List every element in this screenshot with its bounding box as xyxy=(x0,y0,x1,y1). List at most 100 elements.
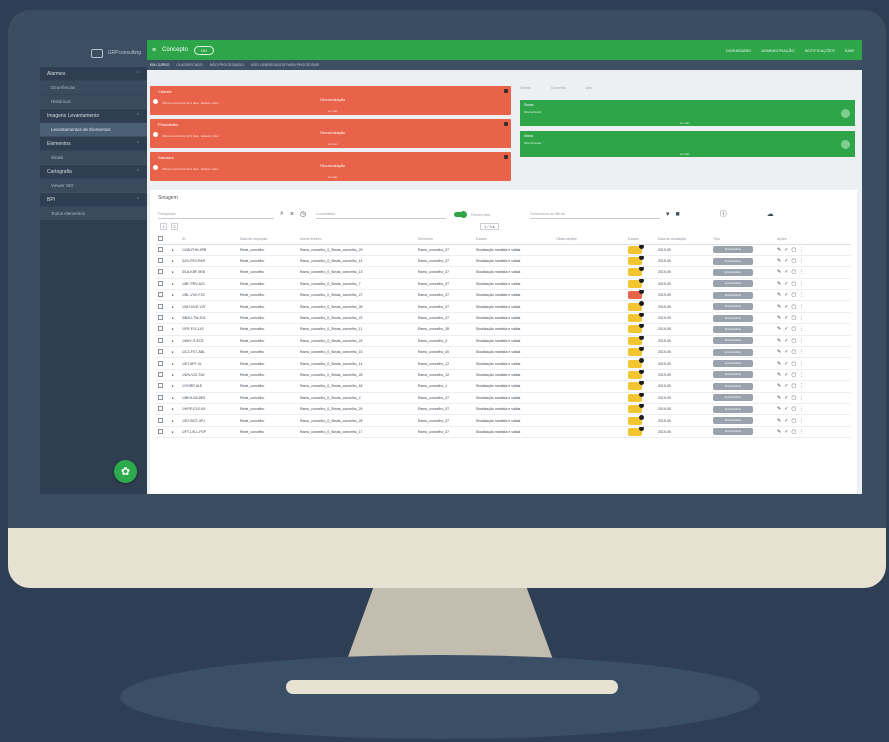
column-header[interactable] xyxy=(156,234,170,245)
info-icon[interactable]: ⓘ xyxy=(720,209,727,219)
trash-icon[interactable]: ▢ xyxy=(791,269,796,275)
trash-icon[interactable]: ▢ xyxy=(791,315,796,321)
filter-icon[interactable]: ▾ xyxy=(666,210,670,218)
trash-icon[interactable]: ▢ xyxy=(791,326,796,332)
edit-icon[interactable]: ✎ xyxy=(777,361,781,367)
trash-icon[interactable]: ▢ xyxy=(791,292,796,298)
row-checkbox[interactable] xyxy=(158,269,163,275)
elements-toggle[interactable] xyxy=(454,210,468,218)
type-badge[interactable]: Encaminhar xyxy=(713,348,753,356)
trash-icon[interactable]: ▢ xyxy=(791,304,796,310)
table-row[interactable]: ▸ 1/HPE-E1S-K5 Rede_concelho Ramo_concelho_… xyxy=(156,403,851,416)
check-icon[interactable]: ✓ xyxy=(784,247,788,253)
sidebar-item[interactable]: Sinais xyxy=(40,150,147,164)
sidebar-section[interactable]: Alarmes ⌃ xyxy=(40,66,147,80)
more-icon[interactable]: ⋮ xyxy=(799,383,804,389)
sidebar-item[interactable]: Levantamentos de Elementos xyxy=(40,122,147,136)
check-icon[interactable]: ✓ xyxy=(784,326,788,332)
sidebar-section[interactable]: Elementos ⌃ xyxy=(40,136,147,150)
check-icon[interactable]: ✓ xyxy=(784,304,788,310)
subtab[interactable]: EM CURSO xyxy=(150,63,169,67)
row-checkbox-cell[interactable] xyxy=(156,414,170,427)
check-icon[interactable]: ✓ xyxy=(784,292,788,298)
type-badge[interactable]: Encaminhar xyxy=(713,246,753,254)
expand-cell[interactable]: ▸ xyxy=(170,357,180,370)
edit-icon[interactable]: ✎ xyxy=(777,395,781,401)
check-icon[interactable]: ✓ xyxy=(784,395,788,401)
row-checkbox[interactable] xyxy=(158,315,163,321)
more-icon[interactable]: ⋮ xyxy=(799,429,804,435)
check-icon[interactable]: ✓ xyxy=(784,338,788,344)
more-icon[interactable]: ⋮ xyxy=(799,304,804,310)
table-row[interactable]: ▸ 3/1A-KBF-9EB Rede_concelho Ramo_concelho_… xyxy=(156,266,851,279)
alert-more-link[interactable]: ver mais xyxy=(328,143,337,146)
table-row[interactable]: ▸ 1/BF-PRV-A21 Rede_concelho Ramo_concelho_… xyxy=(156,278,851,291)
row-checkbox[interactable] xyxy=(158,292,163,298)
trash-icon[interactable]: ▢ xyxy=(791,281,796,287)
type-badge[interactable]: Encaminhar xyxy=(713,337,753,345)
edit-icon[interactable]: ✎ xyxy=(777,269,781,275)
alert-more-link[interactable]: ver mais xyxy=(680,153,689,156)
more-icon[interactable]: ⋮ xyxy=(799,361,804,367)
row-checkbox-cell[interactable] xyxy=(156,255,170,268)
sidebar-item[interactable]: Históricos xyxy=(40,94,147,108)
row-checkbox-cell[interactable] xyxy=(156,278,170,291)
subtab[interactable]: NÃO CARREGADOS PARA PROCESSAR xyxy=(251,63,319,67)
table-row[interactable]: ▸ 1/YDRR-6LE Rede_concelho Ramo_concelho_0_… xyxy=(156,380,851,393)
type-badge[interactable]: Encaminhar xyxy=(713,257,753,265)
trash-icon[interactable]: ▢ xyxy=(791,258,796,264)
trash-icon[interactable]: ▢ xyxy=(791,247,796,253)
row-checkbox-cell[interactable] xyxy=(156,357,170,370)
edit-icon[interactable]: ✎ xyxy=(777,418,781,424)
column-header[interactable]: Data de Inspeção xyxy=(238,234,298,245)
topbar-link[interactable]: NOTIFICAÇÕES xyxy=(805,48,835,53)
row-checkbox[interactable] xyxy=(158,326,163,332)
column-header[interactable]: Nome ficheiro xyxy=(298,234,416,245)
row-checkbox-cell[interactable] xyxy=(156,323,170,336)
topbar-toggle[interactable]: ON xyxy=(193,45,214,55)
row-checkbox[interactable] xyxy=(158,371,163,377)
topbar-link[interactable]: ADMINISTRAÇÃO xyxy=(761,48,794,53)
edit-icon[interactable]: ✎ xyxy=(777,372,781,378)
column-header[interactable]: Observações xyxy=(554,234,626,245)
search-icon[interactable]: ⌕ xyxy=(280,210,284,218)
more-icon[interactable]: ⋮ xyxy=(799,281,804,287)
edit-icon[interactable]: ✎ xyxy=(777,281,781,287)
check-icon[interactable]: ✓ xyxy=(784,349,788,355)
table-row[interactable]: ▸ 1/CZ-FX7-ABL Rede_concelho Ramo_concelho_… xyxy=(156,346,851,359)
more-icon[interactable]: ⋮ xyxy=(799,372,804,378)
check-icon[interactable]: ✓ xyxy=(784,372,788,378)
more-icon[interactable]: ⋮ xyxy=(799,338,804,344)
type-badge[interactable]: Encaminhar xyxy=(713,394,753,402)
row-checkbox-cell[interactable] xyxy=(156,380,170,393)
trash-icon[interactable]: ▢ xyxy=(791,383,796,389)
row-checkbox[interactable] xyxy=(158,303,163,309)
edit-icon[interactable]: ✎ xyxy=(777,338,781,344)
column-header[interactable]: Data de Avaliação xyxy=(656,234,711,245)
table-row[interactable]: ▸ 1/DN-V22-TAV Rede_concelho Ramo_concelho_… xyxy=(156,369,851,382)
sidebar-section[interactable]: Imagens Levantamento ⌃ xyxy=(40,108,147,122)
alert-card-green[interactable]: Sinais Sincronizado ver mais xyxy=(520,100,855,126)
row-checkbox-cell[interactable] xyxy=(156,346,170,359)
search-input[interactable]: Pesquisar xyxy=(158,209,274,219)
pagination-control[interactable]: 1 / 3 ▸ xyxy=(480,223,499,230)
row-checkbox-cell[interactable] xyxy=(156,266,170,279)
row-checkbox[interactable] xyxy=(158,406,163,412)
trash-icon[interactable]: ▢ xyxy=(791,429,796,435)
edit-icon[interactable]: ✎ xyxy=(777,258,781,264)
edit-icon[interactable]: ✎ xyxy=(777,315,781,321)
type-badge[interactable]: Encaminhar xyxy=(713,303,753,311)
row-checkbox[interactable] xyxy=(158,417,163,423)
more-icon[interactable]: ⋮ xyxy=(799,349,804,355)
row-checkbox-cell[interactable] xyxy=(156,392,170,404)
trash-icon[interactable]: ▢ xyxy=(791,372,796,378)
edit-icon[interactable]: ✎ xyxy=(777,326,781,332)
trash-icon[interactable]: ▢ xyxy=(791,349,796,355)
row-checkbox-cell[interactable] xyxy=(156,335,170,348)
edit-icon[interactable]: ✎ xyxy=(777,429,781,435)
row-checkbox[interactable] xyxy=(158,383,163,389)
type-badge[interactable]: Encaminhar xyxy=(713,291,753,299)
type-badge[interactable]: Encaminhar xyxy=(713,268,753,276)
trash-icon[interactable]: ▢ xyxy=(791,361,796,367)
edit-icon[interactable]: ✎ xyxy=(777,406,781,412)
